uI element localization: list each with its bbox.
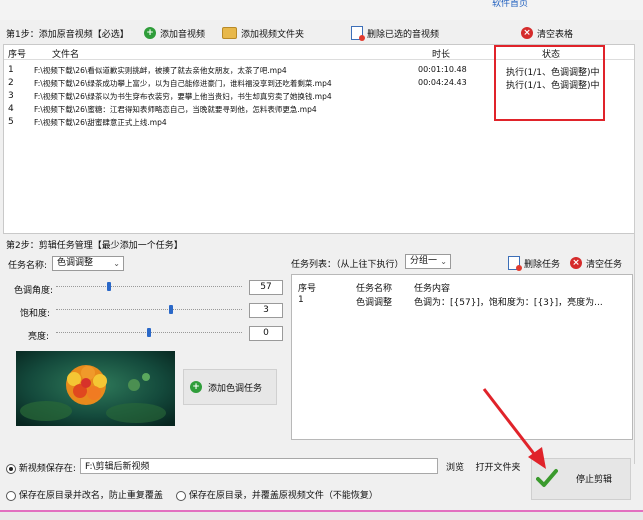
top-bar: 软件首页 (0, 0, 643, 20)
clear-icon: × (570, 257, 582, 269)
clear-table-label: 清空表格 (537, 29, 574, 40)
row-filename: F:\视频下载\26\看似道歉实则挑衅，被揍了就去亲他女朋友，太茶了吧.mp4 (34, 66, 287, 75)
row-filename: F:\视频下载\26\甜蜜肆意正式上线.mp4 (34, 118, 167, 127)
delete-file-icon (508, 256, 522, 271)
brightness-input[interactable]: 0 (249, 326, 283, 341)
status-highlight-box (494, 45, 605, 121)
delete-file-icon (351, 26, 365, 41)
delete-selected-button[interactable]: 删除已选的音视频 (351, 24, 439, 42)
row-filename: F:\视频下载\26\绿茶以为书生穿布衣装穷，要攀上他当贵妇，书生却真穷卖了她换… (34, 92, 332, 101)
brightness-label: 亮度: (28, 332, 50, 342)
right-scroll-strip[interactable] (634, 44, 643, 464)
clear-table-button[interactable]: × 清空表格 (521, 24, 573, 42)
slider-thumb[interactable] (107, 282, 111, 291)
delete-task-label: 删除任务 (524, 259, 561, 270)
hue-slider[interactable] (56, 281, 242, 293)
option-rename-row[interactable]: 保存在原目录并改名，防止重复覆盖 (6, 488, 163, 501)
slider-track (56, 286, 242, 288)
radio-unselected-icon[interactable] (176, 490, 186, 501)
plus-icon: + (144, 27, 156, 39)
step1-toolbar: 第1步：添加原音视频【必选】 + 添加音视频 添加视频文件夹 删除已选的音视频 … (0, 22, 643, 44)
folder-icon (222, 27, 237, 39)
clear-tasks-button[interactable]: × 清空任务 (570, 254, 622, 272)
task-name-value: 色调调整 (57, 258, 94, 268)
radio-unselected-icon[interactable] (6, 490, 16, 501)
task-col-index: 序号 (298, 284, 317, 294)
delete-task-button[interactable]: 删除任务 (508, 254, 560, 272)
task-name-select[interactable]: 色调调整 ⌄ (52, 256, 124, 271)
saturation-input[interactable]: 3 (249, 303, 283, 318)
task-row-content[interactable]: 色调为：[{57}]，饱和度为：[{3}]，亮度为... (414, 295, 603, 308)
row-index: 5 (8, 117, 14, 127)
task-list-label: 任务列表：（从上往下执行） (291, 260, 404, 270)
slider-thumb[interactable] (169, 305, 173, 314)
task-col-content: 任务内容 (414, 284, 451, 294)
help-link[interactable]: 软件首页 (492, 0, 528, 9)
add-video-label: 添加音视频 (160, 29, 206, 40)
task-list[interactable]: 序号 任务名称 任务内容 1 色调调整 色调为：[{57}]，饱和度为：[{3}… (291, 274, 633, 440)
row-filename: F:\视频下载\26\绿茶成功攀上富少，以为自己能修进豪门，谁料福没享到还吃着剩… (34, 79, 332, 88)
hue-input[interactable]: 57 (249, 280, 283, 295)
chevron-down-icon: ⌄ (113, 259, 120, 268)
clear-icon: × (521, 27, 533, 39)
browse-button[interactable]: 浏览 (442, 458, 468, 474)
col-index: 序号 (8, 50, 27, 60)
option-overwrite-row[interactable]: 保存在原目录，并覆盖原视频文件（不能恢复） (176, 488, 378, 501)
slider-thumb[interactable] (147, 328, 151, 337)
task-row-name[interactable]: 色调调整 (356, 295, 392, 308)
add-folder-label: 添加视频文件夹 (241, 29, 305, 40)
col-filename: 文件名 (52, 50, 80, 60)
row-duration: 00:04:24.43 (418, 78, 467, 87)
row-index: 3 (8, 91, 14, 101)
brightness-slider[interactable] (56, 327, 242, 339)
task-col-name: 任务名称 (356, 284, 393, 294)
row-index: 1 (8, 65, 14, 75)
plus-icon: + (190, 381, 202, 393)
clear-tasks-label: 清空任务 (586, 259, 623, 270)
stop-edit-label: 停止剪辑 (576, 475, 613, 485)
saturation-slider[interactable] (56, 304, 242, 316)
row-index: 4 (8, 104, 14, 114)
save-path-input[interactable]: F:\剪辑后新视频 (80, 458, 438, 474)
radio-selected-icon[interactable] (6, 463, 16, 474)
hue-label: 色调角度: (14, 286, 54, 296)
delete-selected-label: 删除已选的音视频 (367, 29, 440, 40)
preview-image (16, 351, 175, 426)
save-new-label: 新视频保存在: (18, 464, 76, 474)
task-name-label: 任务名称: (8, 261, 48, 271)
option-overwrite-label: 保存在原目录，并覆盖原视频文件（不能恢复） (188, 491, 378, 501)
slider-track (56, 309, 242, 311)
add-hue-task-button[interactable]: + 添加色调任务 (183, 369, 277, 405)
add-hue-task-label: 添加色调任务 (208, 383, 263, 394)
group-value: 分组一 (410, 256, 438, 266)
col-duration: 时长 (432, 50, 451, 60)
add-folder-button[interactable]: 添加视频文件夹 (222, 24, 304, 42)
save-new-radio-row[interactable]: 新视频保存在: (6, 461, 76, 474)
step1-label: 第1步：添加原音视频【必选】 (6, 30, 129, 40)
add-video-button[interactable]: + 添加音视频 (144, 24, 205, 42)
annotation-arrow-icon (482, 388, 546, 469)
row-filename: F:\视频下载\26\蜜糖：江君得知表师略恋自己，当晚就要寻到他，怎料表师更急.… (34, 105, 317, 114)
row-duration: 00:01:10.48 (418, 65, 467, 74)
chevron-down-icon: ⌄ (440, 257, 447, 266)
saturation-label: 饱和度: (20, 309, 51, 319)
task-row-index[interactable]: 1 (298, 295, 304, 305)
flower-image-icon (16, 351, 175, 426)
row-index: 2 (8, 78, 14, 88)
option-rename-label: 保存在原目录并改名，防止重复覆盖 (18, 491, 163, 501)
group-select[interactable]: 分组一 ⌄ (405, 254, 451, 269)
bottom-progress-bar (0, 510, 643, 520)
